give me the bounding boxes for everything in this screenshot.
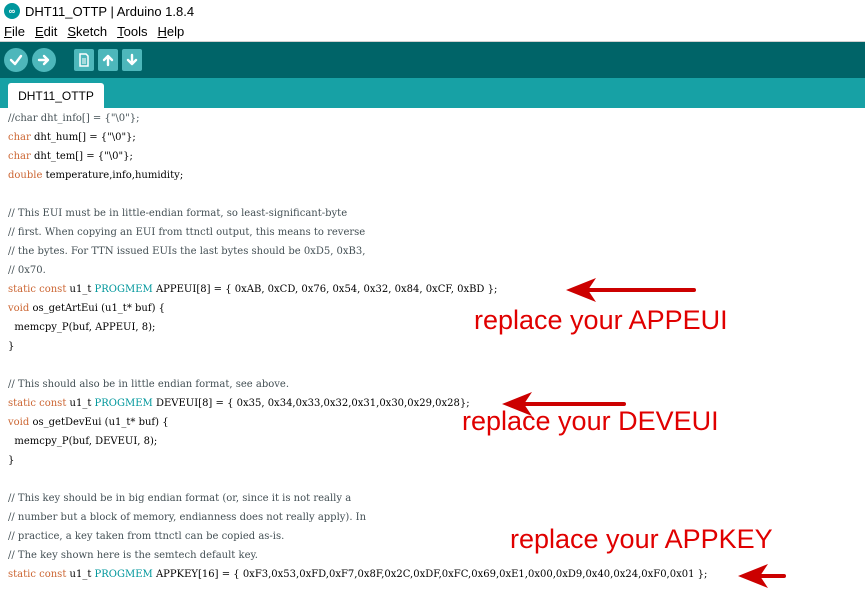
code-line: } [8,455,15,466]
menu-edit[interactable]: Edit [31,24,63,39]
keyword-token: static [8,398,36,409]
code-token: [8] = { 0xAB, 0xCD, 0x76, 0x54, 0x32, 0x… [196,284,498,295]
code-line: void os_getDevEui (u1_t* buf) { [8,413,169,432]
arduino-logo-icon: ∞ [4,3,20,19]
code-token: buf [138,417,156,428]
code-line: memcpy_P(buf, DEVEUI, 8); [8,436,158,447]
code-token: info [112,170,132,181]
code-token: DEVEUI [155,398,199,409]
menu-sketch[interactable]: Sketch [63,24,113,39]
code-token: APPKEY [155,569,199,580]
code-line: //char dht_info[] = {"\0"}; [8,113,140,124]
code-line: // This should also be in little endian … [8,379,290,390]
code-token: (u1_t* [97,303,136,314]
code-token: ) { [151,303,166,314]
code-line: static const u1_t PROGMEM APPEUI[8] = { … [8,280,497,299]
code-line: double temperature,info,humidity; [8,166,183,185]
code-token: u1_t [66,569,95,580]
arrow-deveui-icon [502,392,626,416]
code-line: // The key shown here is the semtech def… [8,550,258,561]
keyword-token: const [39,398,67,409]
tab-dht11-ottp[interactable]: DHT11_OTTP [8,83,104,108]
tab-bar: DHT11_OTTP [0,78,865,108]
code-line: // This EUI must be in little-endian for… [8,208,348,219]
arrow-down-icon [126,53,138,66]
code-token: os_getArtEui [32,303,98,314]
code-line: static const u1_t PROGMEM APPKEY[16] = {… [8,565,707,584]
code-token: dht_hum [33,132,79,143]
code-editor[interactable]: //char dht_info[] = {"\0"}; char dht_hum… [0,108,865,599]
code-line: // the bytes. For TTN issued EUIs the la… [8,246,366,257]
code-token: [16] = { 0xF3,0x53,0xFD,0xF7,0x8F,0x2C,0… [198,569,708,580]
code-token: ) { [155,417,169,428]
new-file-icon [79,53,89,67]
type-token: PROGMEM [94,284,153,295]
code-line: } [8,341,15,352]
open-button[interactable] [98,49,118,71]
code-line: // This key should be in big endian form… [8,493,352,504]
toolbar [0,42,865,78]
arrow-appkey-icon [738,564,786,588]
keyword-token: void [8,303,30,314]
keyword-token: char [8,151,31,162]
code-token: APPEUI [155,284,197,295]
keyword-token: char [8,132,31,143]
code-token: [] = {"\0"}; [75,151,133,162]
menu-tools[interactable]: Tools [113,24,153,39]
code-token: [8] = { 0x35, 0x34,0x33,0x32,0x31,0x30,0… [198,398,470,409]
window-title: DHT11_OTTP | Arduino 1.8.4 [25,3,195,19]
code-line: static const u1_t PROGMEM DEVEUI[8] = { … [8,394,470,413]
upload-button[interactable] [32,48,56,72]
code-token: temperature [45,170,110,181]
code-line: void os_getArtEui (u1_t* buf) { [8,299,165,318]
code-line: // first. When copying an EUI from ttnct… [8,227,366,238]
code-token: u1_t [66,284,95,295]
code-line: // practice, a key taken from ttnctl can… [8,531,285,542]
keyword-token: void [8,417,30,428]
type-token: PROGMEM [94,398,153,409]
menu-help[interactable]: Help [153,24,190,39]
code-token: humidity [134,170,180,181]
title-bar: ∞ DHT11_OTTP | Arduino 1.8.4 [0,0,865,22]
code-token: u1_t [66,398,95,409]
new-button[interactable] [74,49,94,71]
code-token: [] = {"\0"}; [78,132,136,143]
code-line: memcpy_P(buf, APPEUI, 8); [8,322,156,333]
arrow-right-icon [37,54,50,66]
annotation-appeui: replace your APPEUI [474,305,728,335]
code-token: buf [135,303,152,314]
save-button[interactable] [122,49,142,71]
code-line: // number but a block of memory, endiann… [8,512,367,523]
code-token: (u1_t* [101,417,139,428]
code-line: char dht_tem[] = {"\0"}; [8,147,133,166]
code-token: ; [179,170,184,181]
check-icon [9,54,23,66]
code-line: char dht_hum[] = {"\0"}; [8,128,136,147]
code-token: dht_tem [33,151,76,162]
keyword-token: static [8,284,36,295]
keyword-token: const [39,569,67,580]
verify-button[interactable] [4,48,28,72]
annotation-appkey: replace your APPKEY [510,524,773,554]
type-token: PROGMEM [94,569,153,580]
arrow-up-icon [102,54,114,67]
menu-bar: File Edit Sketch Tools Help [0,22,865,42]
arduino-ide-window: ∞ DHT11_OTTP | Arduino 1.8.4 File Edit S… [0,0,865,599]
menu-file[interactable]: File [0,24,31,39]
keyword-token: double [8,170,43,181]
keyword-token: static [8,569,36,580]
arrow-appeui-icon [566,278,696,302]
code-token: os_getDevEui [32,417,102,428]
code-line: // 0x70. [8,265,46,276]
keyword-token: const [39,284,67,295]
